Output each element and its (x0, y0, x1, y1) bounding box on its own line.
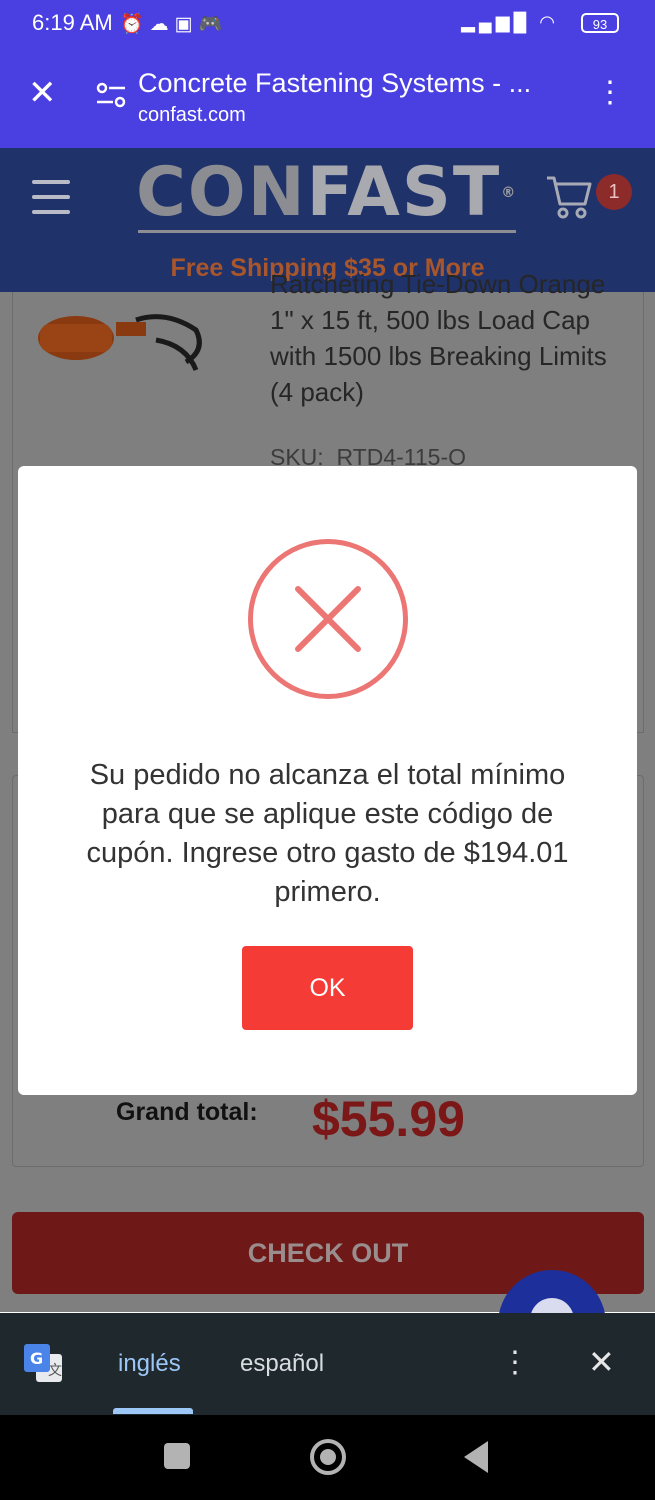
error-x-icon (295, 586, 361, 652)
grand-total-value: $55.99 (312, 1091, 465, 1147)
language-tab-target[interactable]: español (240, 1350, 324, 1378)
svg-text:文: 文 (48, 1363, 62, 1379)
confast-logo[interactable]: CONFAST® (136, 158, 522, 228)
close-tab-icon[interactable]: ✕ (28, 76, 57, 110)
language-tab-source[interactable]: inglés (118, 1350, 181, 1378)
logo-underline (138, 230, 516, 233)
page-url[interactable]: confast.com (138, 104, 246, 127)
product-image (38, 314, 202, 372)
browser-toolbar: ✕ Concrete Fastening Systems - ... confa… (0, 52, 655, 148)
selected-tab-indicator (113, 1408, 193, 1414)
translate-more-icon[interactable]: ⋮ (500, 1348, 530, 1378)
battery-icon: 93 (581, 13, 619, 33)
status-time: 6:19 AM (32, 10, 113, 35)
home-icon[interactable] (310, 1439, 346, 1475)
more-options-icon[interactable]: ⋮ (595, 78, 625, 108)
cart-item-name[interactable]: Ratcheting Tie-Down Orange 1" x 15 ft, 5… (270, 266, 610, 410)
status-notification-icons: ⏰☁▣🎮 (120, 14, 229, 35)
back-icon[interactable] (464, 1441, 488, 1473)
signal-wifi-icon: ▂▄▆█ ◠ (461, 12, 559, 32)
ok-button[interactable]: OK (242, 946, 413, 1030)
site-settings-icon[interactable] (96, 82, 126, 108)
page-title[interactable]: Concrete Fastening Systems - ... (138, 68, 568, 99)
translate-close-icon[interactable]: ✕ (588, 1345, 615, 1379)
grand-total-label: Grand total: (116, 1098, 258, 1126)
svg-text:G: G (30, 1349, 43, 1368)
cart-count-badge[interactable]: 1 (596, 174, 632, 210)
translate-bar (0, 1313, 655, 1415)
recent-apps-icon[interactable] (164, 1443, 190, 1469)
shopping-cart-icon[interactable] (545, 172, 593, 220)
error-message: Su pedido no alcanza el total mínimo par… (86, 759, 569, 908)
hamburger-menu-icon[interactable] (32, 180, 70, 214)
status-bar: 6:19 AM ⏰☁▣🎮 ▂▄▆█ ◠ 93 (0, 0, 655, 52)
google-translate-icon[interactable]: 文 G (24, 1344, 64, 1384)
